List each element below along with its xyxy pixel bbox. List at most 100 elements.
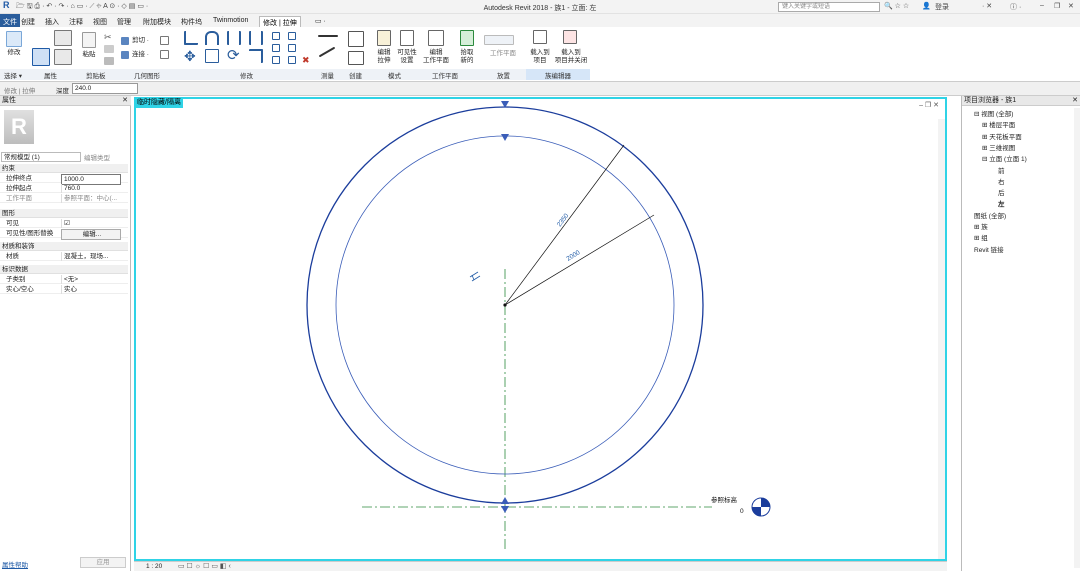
exchange-icon[interactable]: · ✕ bbox=[982, 2, 992, 10]
dimension-icon[interactable] bbox=[318, 46, 336, 58]
browser-item[interactable]: 图纸 (全部) bbox=[974, 210, 1006, 220]
load-and-close-icon[interactable] bbox=[563, 30, 577, 44]
scale-icon[interactable] bbox=[288, 44, 296, 52]
join-geometry-button[interactable]: 连接 · bbox=[132, 51, 162, 59]
pin-icon[interactable] bbox=[272, 56, 280, 64]
cut-geometry-button[interactable]: 剪切 · bbox=[132, 37, 162, 45]
prop-row[interactable]: 可见 ☑ bbox=[0, 219, 128, 228]
create-similar-icon[interactable] bbox=[348, 31, 364, 47]
browser-item[interactable]: ⊟ 视图 (全部) bbox=[974, 108, 1013, 118]
copy-icon[interactable] bbox=[104, 45, 114, 53]
browser-item[interactable]: 左 bbox=[998, 198, 1005, 208]
cut-icon[interactable]: ✂ bbox=[104, 32, 114, 42]
geometry-tool-2-icon[interactable] bbox=[160, 50, 169, 59]
apply-button[interactable]: 应用 bbox=[80, 557, 126, 568]
subcategory-value[interactable]: <无> bbox=[61, 275, 121, 284]
pick-new-host-icon[interactable] bbox=[460, 30, 474, 46]
offset-icon[interactable] bbox=[205, 31, 219, 45]
tab-file[interactable]: 文件 bbox=[0, 14, 20, 27]
host-selector[interactable] bbox=[484, 35, 514, 45]
login-link[interactable]: 登录 bbox=[935, 2, 949, 12]
edit-extrusion-button[interactable]: 编辑 拉伸 bbox=[372, 49, 396, 65]
category-materials[interactable]: 材质和装饰 bbox=[0, 242, 128, 251]
workplane-based-button[interactable]: 工作平面 bbox=[484, 50, 522, 58]
material-value[interactable]: 混凝土，现场... bbox=[61, 252, 121, 261]
paste-button[interactable]: 粘贴 bbox=[79, 51, 99, 59]
browser-item[interactable]: ⊟ 立面 (立面 1) bbox=[982, 153, 1027, 163]
align-icon[interactable] bbox=[184, 31, 198, 45]
family-types-icon[interactable] bbox=[54, 30, 72, 46]
visible-checkbox[interactable]: ☑ bbox=[61, 219, 121, 228]
depth-input[interactable]: 240.0 bbox=[72, 83, 138, 94]
view-scale[interactable]: 1 : 20 bbox=[146, 563, 162, 570]
browser-item[interactable]: ⊞ 组 bbox=[974, 232, 988, 242]
cut-geometry-icon[interactable] bbox=[121, 37, 129, 45]
move-icon[interactable]: ✥ bbox=[184, 49, 198, 63]
prop-row[interactable]: 可见性/图形替换 编辑... bbox=[0, 229, 128, 240]
search-input[interactable]: 键入关键字或短语 bbox=[778, 2, 880, 12]
mirror-draw-icon[interactable] bbox=[249, 31, 263, 45]
prop-row[interactable]: 拉伸终点 1000.0 bbox=[0, 174, 128, 185]
prop-row[interactable]: 材质 混凝土，现场... bbox=[0, 252, 128, 261]
browser-item[interactable]: 后 bbox=[998, 187, 1005, 197]
split-icon[interactable] bbox=[272, 32, 280, 40]
paste-icon[interactable] bbox=[82, 32, 96, 48]
join-geometry-icon[interactable] bbox=[121, 51, 129, 59]
edit-workplane-button[interactable]: 编辑 工作平面 bbox=[420, 49, 452, 65]
drawing-view[interactable]: 2350 2000 参照标高 0 – ❐ ✕ bbox=[134, 97, 947, 561]
tab-twinmotion[interactable]: Twinmotion bbox=[210, 16, 251, 25]
rotate-icon[interactable]: ⟳ bbox=[227, 48, 243, 64]
visibility-settings-icon[interactable] bbox=[400, 30, 414, 46]
geometry-tool-icon[interactable] bbox=[160, 36, 169, 45]
edit-workplane-icon[interactable] bbox=[428, 30, 444, 46]
mirror-axis-icon[interactable] bbox=[227, 31, 241, 45]
browser-item[interactable]: ⊞ 族 bbox=[974, 221, 988, 231]
load-and-close-button[interactable]: 载入到 项目并关闭 bbox=[550, 49, 592, 65]
extrusion-start-value[interactable]: 760.0 bbox=[61, 184, 121, 193]
prop-row[interactable]: 子类别 <无> bbox=[0, 275, 128, 284]
close-button[interactable]: ✕ bbox=[1068, 2, 1074, 10]
edit-type-button[interactable]: 编辑类型 bbox=[84, 152, 110, 162]
browser-item[interactable]: 右 bbox=[998, 176, 1005, 186]
split-gap-icon[interactable] bbox=[288, 32, 296, 40]
minimize-button[interactable]: – bbox=[1040, 2, 1044, 9]
browser-item[interactable]: 前 bbox=[998, 165, 1005, 175]
pick-new-host-button[interactable]: 拾取 新的 bbox=[456, 49, 478, 65]
close-properties-icon[interactable]: ✕ bbox=[122, 96, 128, 106]
restore-button[interactable]: ❐ bbox=[1054, 2, 1060, 10]
prop-row[interactable]: 实心/空心 实心 bbox=[0, 285, 128, 294]
tab-options-icon[interactable]: ▭ · bbox=[312, 16, 329, 26]
view-window-controls-icon[interactable]: – ❐ ✕ bbox=[919, 101, 939, 109]
load-into-project-icon[interactable] bbox=[533, 30, 547, 44]
prop-row[interactable]: 拉伸起点 760.0 bbox=[0, 184, 128, 193]
modify-cursor-icon[interactable] bbox=[6, 31, 22, 47]
browser-item[interactable]: Revit 链接 bbox=[974, 244, 1004, 254]
close-browser-icon[interactable]: ✕ bbox=[1072, 96, 1078, 106]
solid-void-value[interactable]: 实心 bbox=[61, 285, 121, 294]
match-properties-icon[interactable] bbox=[104, 57, 114, 65]
view-scrollbar[interactable] bbox=[938, 119, 945, 559]
help-icon[interactable]: ⓘ · bbox=[1010, 2, 1021, 12]
browser-item[interactable]: ⊞ 天花板平面 bbox=[982, 131, 1022, 141]
drawing-canvas[interactable]: 2350 2000 参照标高 0 bbox=[136, 99, 949, 563]
measure-icon[interactable] bbox=[318, 35, 338, 37]
category-graphics[interactable]: 图形 bbox=[0, 209, 128, 218]
browser-scrollbar[interactable] bbox=[1074, 108, 1080, 568]
modify-button[interactable]: 修改 bbox=[4, 49, 24, 57]
category-constraints[interactable]: 约束 bbox=[0, 164, 128, 173]
edit-extrusion-icon[interactable] bbox=[377, 30, 391, 46]
visibility-settings-button[interactable]: 可见性 设置 bbox=[396, 49, 418, 65]
browser-item[interactable]: ⊞ 三维视图 bbox=[982, 142, 1015, 152]
unpin-icon[interactable] bbox=[288, 56, 296, 64]
array-icon[interactable] bbox=[272, 44, 280, 52]
view-controls-icon[interactable]: ▭ ☐ ☼ ☐ ▭ ◧ ‹ bbox=[178, 562, 231, 570]
user-icon[interactable]: 👤 bbox=[922, 2, 931, 10]
select-panel-name[interactable]: 选择 ▾ bbox=[4, 70, 22, 80]
trim-icon[interactable] bbox=[249, 49, 263, 63]
browser-item[interactable]: ⊞ 楼层平面 bbox=[982, 119, 1015, 129]
type-selector[interactable]: 常规模型 (1) bbox=[1, 152, 81, 162]
create-group-icon[interactable] bbox=[348, 51, 364, 65]
copy-element-icon[interactable] bbox=[205, 49, 219, 63]
help-tools-icon[interactable]: 🔍 ☆ ☆ bbox=[884, 2, 909, 10]
delete-icon[interactable]: ✖ bbox=[302, 56, 310, 65]
